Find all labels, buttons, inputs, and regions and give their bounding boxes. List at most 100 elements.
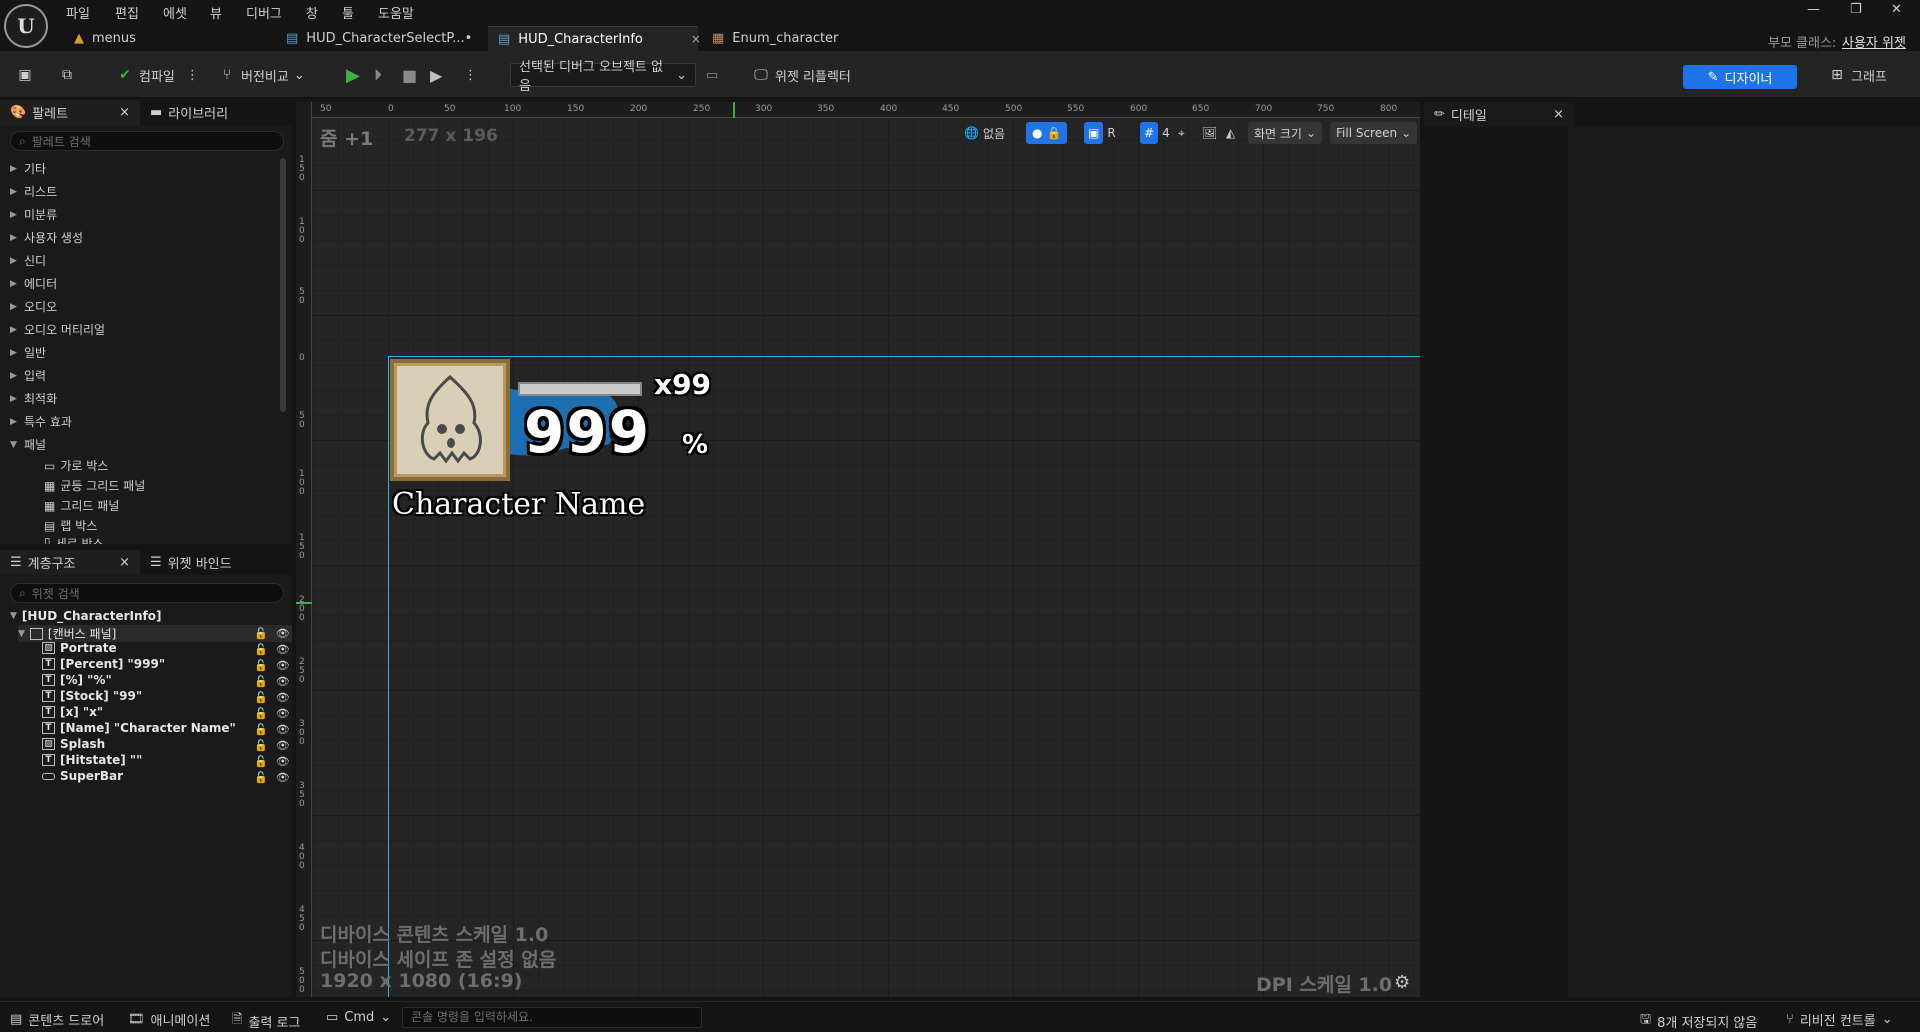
browse-icon[interactable]: ⧉ xyxy=(58,63,76,87)
diff-button[interactable]: ⑂ 버전비교 ⌄ xyxy=(218,63,305,87)
palette-item[interactable]: ▦ 균등 그리드 패널 xyxy=(44,477,145,494)
palette-category[interactable]: ▶ 오디오 xyxy=(10,298,57,315)
hierarchy-item[interactable]: T [Percent] "999" xyxy=(42,657,165,671)
hierarchy-item[interactable]: SuperBar xyxy=(42,769,123,783)
save-icon[interactable]: ▣ xyxy=(16,63,34,87)
hierarchy-item[interactable]: T [%] "%" xyxy=(42,673,112,687)
play-icon[interactable]: ▶ xyxy=(346,63,360,87)
lock-icon[interactable]: 🔓 xyxy=(254,659,268,672)
lock-icon[interactable]: 🔓 xyxy=(254,675,268,688)
palette-item[interactable]: ▭ 가로 박스 xyxy=(44,457,108,474)
menu-tools[interactable]: 툴 xyxy=(342,3,354,22)
debug-object-dropdown[interactable]: 선택된 디버그 오브젝트 없음 ⌄ xyxy=(510,60,696,94)
close-icon[interactable]: × xyxy=(119,555,130,570)
lock-icon[interactable]: 🔓 xyxy=(254,771,268,784)
cursor-mode-icon[interactable]: ⌖ xyxy=(1178,122,1185,144)
lock-icon[interactable]: 🔓 xyxy=(254,723,268,736)
unsaved-button[interactable]: 🖫 8개 저장되지 않음 xyxy=(1640,1010,1757,1032)
localization-control[interactable]: 🌐 없음 xyxy=(964,122,1005,144)
stop-icon[interactable]: ■ xyxy=(402,63,417,87)
eye-icon[interactable]: 👁 xyxy=(276,771,290,784)
restore-icon[interactable]: ❐ xyxy=(1850,2,1862,17)
tab-enum-character[interactable]: ▦ Enum_character xyxy=(702,26,848,51)
eye-icon[interactable]: 👁 xyxy=(276,755,290,768)
hierarchy-root[interactable]: ▼ [HUD_CharacterInfo] xyxy=(10,609,161,623)
palette-category[interactable]: ▶ 입력 xyxy=(10,367,46,384)
palette-item[interactable]: ▦ 그리드 패널 xyxy=(44,497,119,514)
designer-button[interactable]: ✎ 디자이너 xyxy=(1683,65,1797,89)
palette-category[interactable]: ▶ 특수 효과 xyxy=(10,413,72,430)
lock-icon[interactable]: 🔓 xyxy=(254,691,268,704)
grid-snap-control[interactable]: # 4 xyxy=(1140,122,1170,144)
tab-hud-character-select[interactable]: ▤ HUD_CharacterSelectP...• xyxy=(276,26,482,51)
eye-icon[interactable]: 👁 xyxy=(276,675,290,688)
eye-icon[interactable]: 👁 xyxy=(276,739,290,752)
compile-button[interactable]: ✔ 컴파일 ⋮ xyxy=(116,63,199,87)
lock-toggle[interactable]: ● 🔒 xyxy=(1026,122,1068,144)
play-options-icon[interactable]: ⋮ xyxy=(464,63,477,87)
animation-button[interactable]: 🎞 애니메이션 xyxy=(128,1010,210,1029)
tab-hierarchy[interactable]: ☰ 계층구조 × xyxy=(0,550,140,575)
menu-window[interactable]: 창 xyxy=(306,3,318,22)
designer-viewport[interactable]: x99 999 % Character Name 줌 +1 277 x 196 … xyxy=(296,102,1420,997)
eye-icon[interactable]: 👁 xyxy=(276,707,290,720)
palette-category[interactable]: ▶ 신디 xyxy=(10,252,46,269)
unreal-logo-icon[interactable]: U xyxy=(4,4,48,48)
more-options-icon[interactable]: ⋮ xyxy=(186,68,199,83)
eye-icon[interactable]: 👁 xyxy=(276,691,290,704)
output-log-button[interactable]: 🗎 출력 로그 xyxy=(232,1010,300,1032)
tab-palette[interactable]: 🎨 팔레트 × xyxy=(0,100,140,125)
tab-details[interactable]: ✏ 디테일 × xyxy=(1424,102,1574,127)
tab-menus[interactable]: ▲ menus xyxy=(64,26,146,51)
lock-icon[interactable]: 🔓 xyxy=(254,643,268,656)
palette-category[interactable]: ▶ 오디오 머티리얼 xyxy=(10,321,105,338)
image-preview-icon[interactable]: 🖼 xyxy=(1202,122,1217,144)
palette-category-expanded[interactable]: ▼ 패널 xyxy=(10,436,46,453)
palette-item[interactable]: ▯ 세로 박스 xyxy=(44,535,104,544)
cmd-dropdown[interactable]: ▭ Cmd ⌄ xyxy=(326,1010,391,1025)
palette-category[interactable]: ▶ 최적화 xyxy=(10,390,57,407)
hierarchy-item[interactable]: T [x] "x" xyxy=(42,705,103,719)
hierarchy-item[interactable]: T [Stock] "99" xyxy=(42,689,142,703)
hierarchy-item[interactable]: ▨ Portrate xyxy=(42,641,117,655)
close-icon[interactable]: × xyxy=(1553,107,1564,122)
eye-icon[interactable]: 👁 xyxy=(276,659,290,672)
palette-category[interactable]: ▶ 리스트 xyxy=(10,183,57,200)
palette-category[interactable]: ▶ 사용자 생성 xyxy=(10,229,83,246)
hierarchy-canvas-panel[interactable]: ▼ [캔버스 패널] xyxy=(18,625,292,642)
menu-asset[interactable]: 에셋 xyxy=(163,3,187,22)
lock-icon[interactable]: 🔓 xyxy=(254,707,268,720)
palette-category[interactable]: ▶ 일반 xyxy=(10,344,46,361)
content-drawer-button[interactable]: ▤ 콘텐츠 드로어 xyxy=(10,1010,104,1029)
graph-button[interactable]: ⊞ 그래프 xyxy=(1828,63,1887,87)
palette-category[interactable]: ▶ 기타 xyxy=(10,160,46,177)
palette-search-input[interactable]: ⌕ 팔레트 검색 xyxy=(10,131,284,151)
hierarchy-item[interactable]: T [Name] "Character Name" xyxy=(42,721,236,735)
dpi-settings-gear-icon[interactable]: ⚙ xyxy=(1394,972,1410,993)
menu-debug[interactable]: 디버그 xyxy=(246,3,282,22)
hierarchy-item[interactable]: T [Hitstate] "" xyxy=(42,753,142,767)
lock-icon[interactable]: 🔓 xyxy=(254,627,268,640)
simulate-icon[interactable]: ▶ xyxy=(430,63,442,87)
debug-browse-icon[interactable]: ▭ xyxy=(706,63,718,87)
tab-library[interactable]: ▬ 라이브러리 xyxy=(140,100,238,125)
close-icon[interactable]: × xyxy=(691,32,701,46)
hierarchy-item[interactable]: ▨ Splash xyxy=(42,737,105,751)
screen-size-dropdown[interactable]: 화면 크기 ⌄ xyxy=(1248,122,1323,144)
console-input[interactable]: 콘솔 명령을 입력하세요. xyxy=(402,1007,702,1028)
flip-icon[interactable]: ◭ xyxy=(1226,122,1235,144)
eye-icon[interactable]: 👁 xyxy=(276,643,290,656)
palette-scrollbar[interactable] xyxy=(280,158,286,412)
tab-widget-binding[interactable]: ☰ 위젯 바인드 xyxy=(140,550,242,575)
palette-category[interactable]: ▶ 에디터 xyxy=(10,275,57,292)
menu-help[interactable]: 도움말 xyxy=(378,3,414,22)
pivot-toggle[interactable]: ▣ R xyxy=(1084,122,1116,144)
widget-search-input[interactable]: ⌕ 위젯 검색 xyxy=(10,583,284,603)
eye-icon[interactable]: 👁 xyxy=(276,723,290,736)
eye-icon[interactable]: 👁 xyxy=(276,627,290,640)
minimize-icon[interactable]: — xyxy=(1807,2,1820,17)
respect-locks-toggle[interactable]: ● 🔒 xyxy=(1026,122,1068,144)
lock-icon[interactable]: 🔓 xyxy=(254,739,268,752)
palette-category[interactable]: ▶ 미분류 xyxy=(10,206,57,223)
revision-control-button[interactable]: ⑂ 리비전 컨트롤 ⌄ xyxy=(1786,1010,1893,1029)
